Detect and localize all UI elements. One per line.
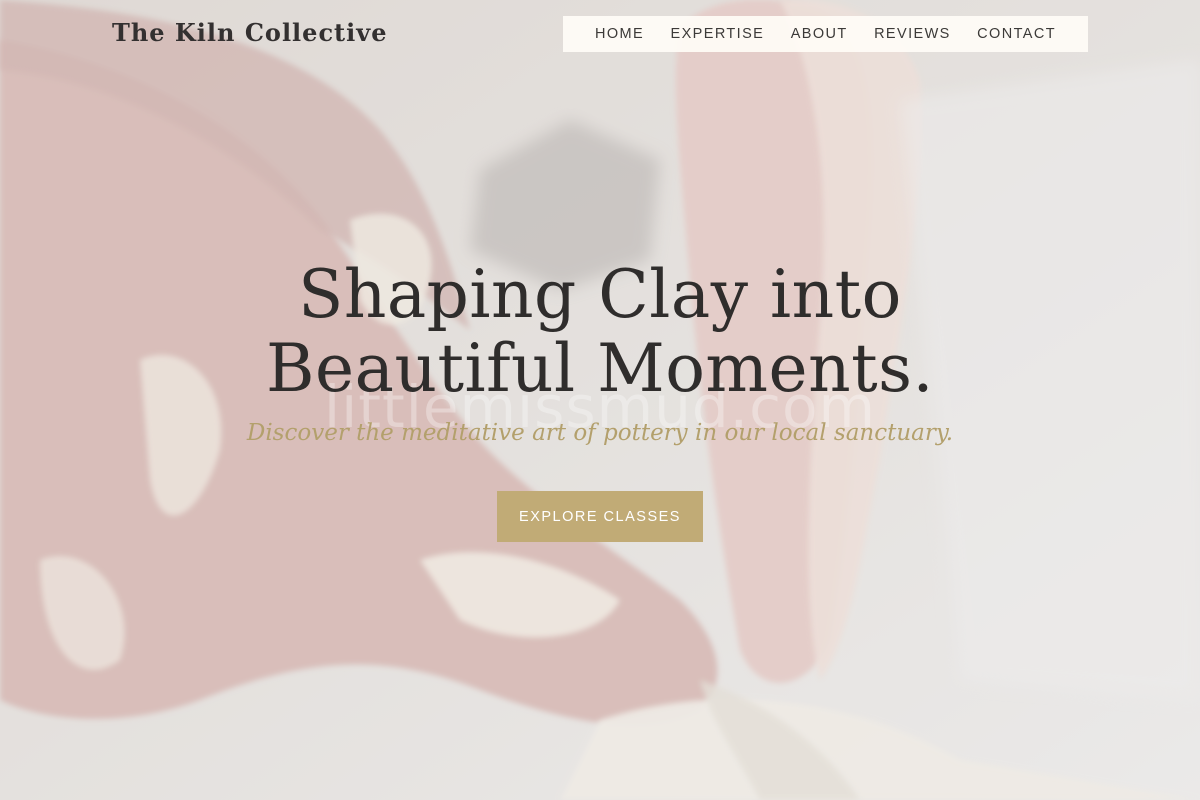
hero-headline-line-1: Shaping Clay into bbox=[298, 256, 902, 333]
nav-item-about[interactable]: ABOUT bbox=[791, 26, 848, 42]
hero-headline: Shaping Clay into Beautiful Moments. bbox=[0, 258, 1200, 406]
brand-logo-text[interactable]: The Kiln Collective bbox=[112, 18, 387, 47]
hero-subheadline: Discover the meditative art of pottery i… bbox=[246, 420, 954, 446]
main-navigation: HOME EXPERTISE ABOUT REVIEWS CONTACT bbox=[563, 16, 1088, 52]
explore-classes-button[interactable]: EXPLORE CLASSES bbox=[497, 491, 703, 542]
nav-item-contact[interactable]: CONTACT bbox=[977, 26, 1056, 42]
hero-headline-line-2: Beautiful Moments. bbox=[266, 330, 934, 407]
nav-item-home[interactable]: HOME bbox=[595, 26, 644, 42]
nav-item-reviews[interactable]: REVIEWS bbox=[874, 26, 951, 42]
nav-item-expertise[interactable]: EXPERTISE bbox=[671, 26, 765, 42]
